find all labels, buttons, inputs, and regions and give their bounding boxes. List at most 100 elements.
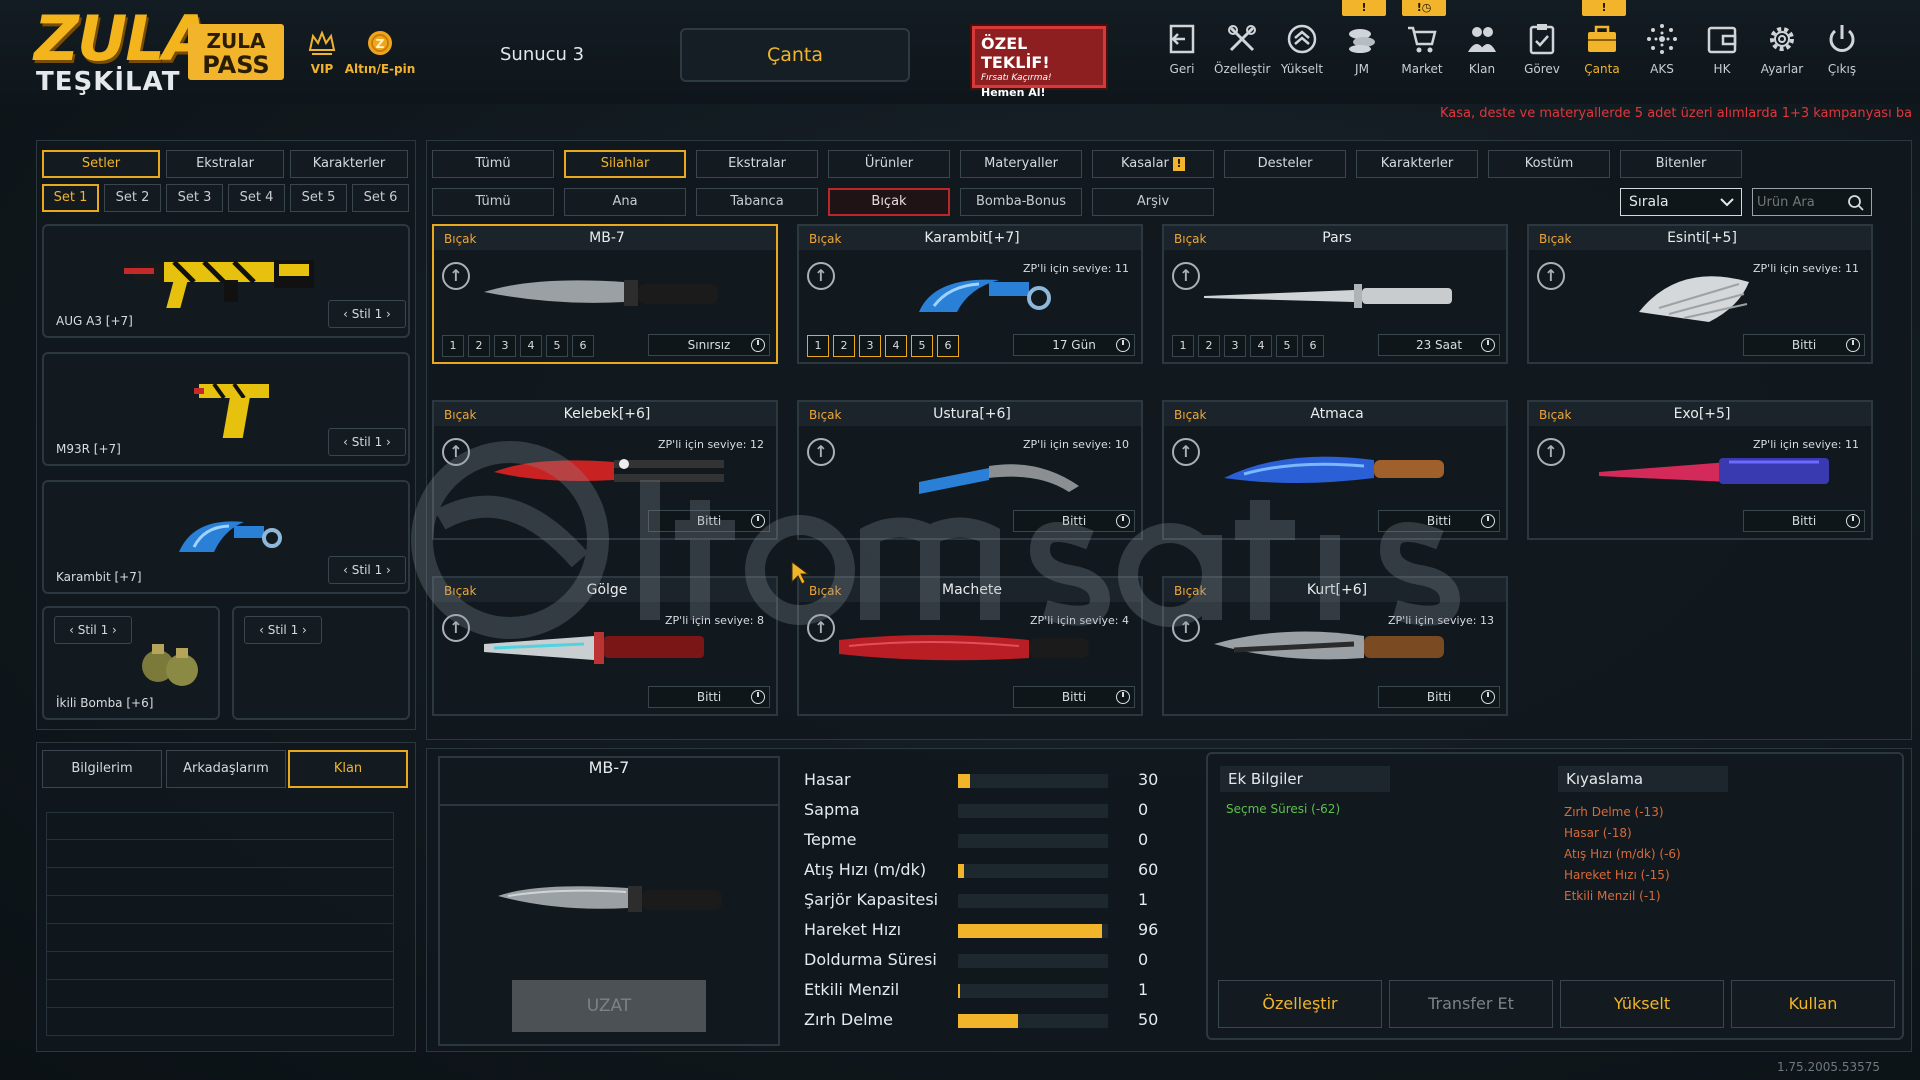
search-box[interactable] <box>1752 188 1872 216</box>
set-tab-5[interactable]: Set 5 <box>290 184 347 212</box>
tab-bilgilerim[interactable]: Bilgilerim <box>42 750 162 788</box>
category-kasalar[interactable]: Kasalar ! <box>1092 150 1214 178</box>
set-slot-button[interactable]: 6 <box>572 335 594 357</box>
transfer-button[interactable]: Transfer Et <box>1389 980 1553 1028</box>
nav-ozellestir[interactable]: Özelleştir <box>1214 22 1270 76</box>
canta-header-button[interactable]: Çanta <box>680 28 910 82</box>
upgrade-arrow-icon[interactable]: ↑ <box>807 438 835 466</box>
nav-geri[interactable]: Geri <box>1154 22 1210 76</box>
category-tumu[interactable]: Tümü <box>432 150 554 178</box>
set-tab-1[interactable]: Set 1 <box>42 184 99 212</box>
upgrade-arrow-icon[interactable]: ↑ <box>1172 438 1200 466</box>
subcategory-tabanca[interactable]: Tabanca <box>696 188 818 216</box>
item-card[interactable]: Bıçak Exo[+5] ↑ ZP'li için seviye: 11 Bitti <box>1527 400 1873 540</box>
style-selector[interactable]: ‹ Stil 1 › <box>54 616 132 644</box>
upgrade-arrow-icon[interactable]: ↑ <box>1172 262 1200 290</box>
set-slot-knife[interactable]: Karambit [+7] ‹ Stil 1 › <box>42 480 410 594</box>
upgrade-button[interactable]: Yükselt <box>1560 980 1724 1028</box>
tab-setler[interactable]: Setler <box>42 150 160 178</box>
set-tab-6[interactable]: Set 6 <box>352 184 409 212</box>
nav-gorev[interactable]: Görev <box>1514 22 1570 76</box>
gold-epin-button[interactable]: Z Altın/E-pin <box>340 28 420 76</box>
extend-button[interactable]: UZAT <box>512 980 706 1032</box>
special-offer-banner[interactable]: ÖZEL TEKLİF! Fırsatı Kaçırma! Hemen Al! <box>972 26 1106 99</box>
nav-ayarlar[interactable]: Ayarlar <box>1754 22 1810 76</box>
upgrade-arrow-icon[interactable]: ↑ <box>442 262 470 290</box>
sort-dropdown[interactable]: Sırala <box>1620 188 1742 216</box>
set-slot-button[interactable]: 6 <box>937 335 959 357</box>
style-selector[interactable]: ‹ Stil 1 › <box>328 300 406 328</box>
tab-klan[interactable]: Klan <box>288 750 408 788</box>
item-card[interactable]: Bıçak MB-7 ↑ 1 2 3 4 5 6 Sınırsız <box>432 224 778 364</box>
set-slot-button[interactable]: 6 <box>1302 335 1324 357</box>
set-tab-4[interactable]: Set 4 <box>228 184 285 212</box>
set-slot-button[interactable]: 3 <box>494 335 516 357</box>
nav-market[interactable]: Market <box>1394 22 1450 76</box>
subcategory-ana[interactable]: Ana <box>564 188 686 216</box>
category-karakterler[interactable]: Karakterler <box>1356 150 1478 178</box>
nav-aks[interactable]: AKS <box>1634 22 1690 76</box>
tab-arkadaslarim[interactable]: Arkadaşlarım <box>166 750 286 788</box>
upgrade-arrow-icon[interactable]: ↑ <box>1537 262 1565 290</box>
use-button[interactable]: Kullan <box>1731 980 1895 1028</box>
upgrade-arrow-icon[interactable]: ↑ <box>1172 614 1200 642</box>
item-card[interactable]: Bıçak Esinti[+5] ↑ ZP'li için seviye: 11 Bit… <box>1527 224 1873 364</box>
item-card[interactable]: Bıçak Ustura[+6] ↑ ZP'li için seviye: 10 Bit… <box>797 400 1143 540</box>
set-slot-bomb[interactable]: ‹ Stil 1 › İkili Bomba [+6] <box>42 606 220 720</box>
upgrade-arrow-icon[interactable]: ↑ <box>1537 438 1565 466</box>
search-input[interactable] <box>1757 192 1847 212</box>
nav-klan[interactable]: Klan <box>1454 22 1510 76</box>
zula-pass-button[interactable]: ZULA PASS <box>188 24 284 80</box>
tab-ekstralar[interactable]: Ekstralar <box>166 150 284 178</box>
nav-cikis[interactable]: Çıkış <box>1814 22 1870 76</box>
set-tab-3[interactable]: Set 3 <box>166 184 223 212</box>
category-desteler[interactable]: Desteler <box>1224 150 1346 178</box>
nav-hk[interactable]: HK <box>1694 22 1750 76</box>
set-slot-pistol[interactable]: M93R [+7] ‹ Stil 1 › <box>42 352 410 466</box>
category-urunler[interactable]: Ürünler <box>828 150 950 178</box>
style-selector[interactable]: ‹ Stil 1 › <box>328 556 406 584</box>
set-slot-button[interactable]: 5 <box>1276 335 1298 357</box>
set-slot-button[interactable]: 1 <box>807 335 829 357</box>
category-kostum[interactable]: Kostüm <box>1488 150 1610 178</box>
subcategory-bomba-bonus[interactable]: Bomba-Bonus <box>960 188 1082 216</box>
set-slot-button[interactable]: 2 <box>468 335 490 357</box>
set-slot-button[interactable]: 4 <box>885 335 907 357</box>
set-slot-button[interactable]: 1 <box>442 335 464 357</box>
style-selector[interactable]: ‹ Stil 1 › <box>244 616 322 644</box>
set-slot-button[interactable]: 2 <box>833 335 855 357</box>
tab-karakterler[interactable]: Karakterler <box>290 150 408 178</box>
item-card[interactable]: Bıçak Karambit[+7] ↑ ZP'li için seviye: 11 1… <box>797 224 1143 364</box>
set-slot-button[interactable]: 2 <box>1198 335 1220 357</box>
category-ekstralar[interactable]: Ekstralar <box>696 150 818 178</box>
upgrade-arrow-icon[interactable]: ↑ <box>442 614 470 642</box>
set-slot-button[interactable]: 3 <box>859 335 881 357</box>
item-card[interactable]: Bıçak Gölge ↑ ZP'li için seviye: 8 Bitti <box>432 576 778 716</box>
item-card[interactable]: Bıçak Machete ↑ ZP'li için seviye: 4 Bitti <box>797 576 1143 716</box>
nav-canta[interactable]: Çanta <box>1574 22 1630 76</box>
style-selector[interactable]: ‹ Stil 1 › <box>328 428 406 456</box>
set-slot-button[interactable]: 4 <box>520 335 542 357</box>
subcategory-bicak[interactable]: Bıçak <box>828 188 950 216</box>
upgrade-arrow-icon[interactable]: ↑ <box>807 614 835 642</box>
set-tab-2[interactable]: Set 2 <box>104 184 161 212</box>
set-slot-primary[interactable]: AUG A3 [+7] ‹ Stil 1 › <box>42 224 410 338</box>
set-slot-button[interactable]: 3 <box>1224 335 1246 357</box>
upgrade-arrow-icon[interactable]: ↑ <box>442 438 470 466</box>
nav-yukselt[interactable]: Yükselt <box>1274 22 1330 76</box>
set-slot-button[interactable]: 4 <box>1250 335 1272 357</box>
subcategory-arsiv[interactable]: Arşiv <box>1092 188 1214 216</box>
item-card[interactable]: Bıçak Atmaca ↑ Bitti <box>1162 400 1508 540</box>
category-bitenler[interactable]: Bitenler <box>1620 150 1742 178</box>
item-card[interactable]: Bıçak Kurt[+6] ↑ ZP'li için seviye: 13 Bitti <box>1162 576 1508 716</box>
item-card[interactable]: Bıçak Pars ↑ 1 2 3 4 5 6 23 Saat <box>1162 224 1508 364</box>
vip-button[interactable]: VIP <box>300 28 344 76</box>
item-card[interactable]: Bıçak Kelebek[+6] ↑ ZP'li için seviye: 12 Bi… <box>432 400 778 540</box>
set-slot-button[interactable]: 5 <box>546 335 568 357</box>
set-slot-empty[interactable]: ‹ Stil 1 › <box>232 606 410 720</box>
set-slot-button[interactable]: 5 <box>911 335 933 357</box>
set-slot-button[interactable]: 1 <box>1172 335 1194 357</box>
subcategory-tumu[interactable]: Tümü <box>432 188 554 216</box>
category-materyaller[interactable]: Materyaller <box>960 150 1082 178</box>
category-silahlar[interactable]: Silahlar <box>564 150 686 178</box>
